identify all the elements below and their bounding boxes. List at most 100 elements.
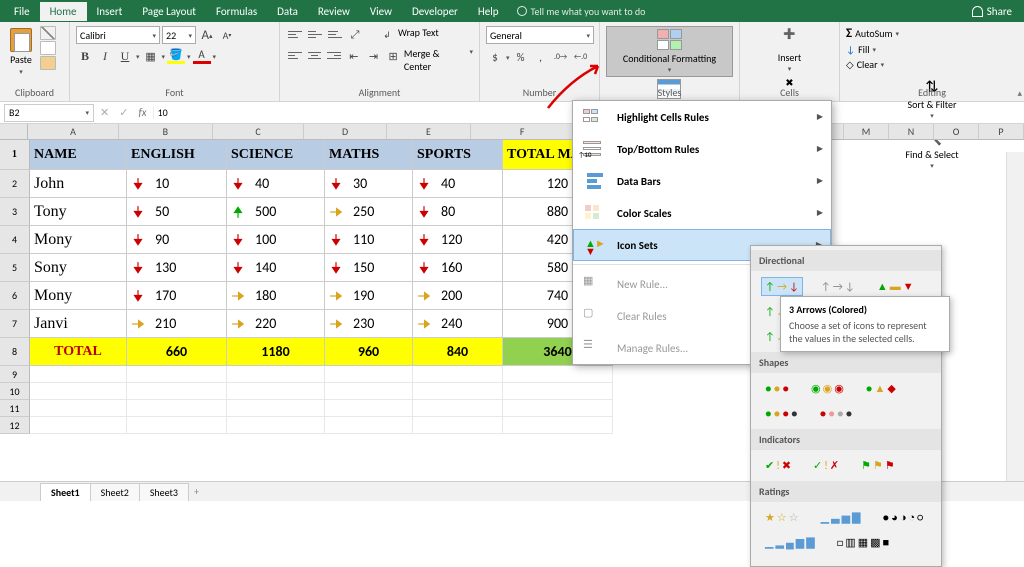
row-header[interactable]: 12 <box>0 417 30 434</box>
iconset-3-symbols-circled[interactable]: ✔!✖ <box>761 456 795 475</box>
tab-file[interactable]: File <box>4 2 40 21</box>
cut-icon[interactable] <box>40 26 56 40</box>
cell[interactable] <box>413 400 503 417</box>
share-button[interactable]: Share <box>964 5 1020 18</box>
cell[interactable]: 40 <box>227 170 325 198</box>
cell[interactable] <box>227 383 325 400</box>
cell[interactable]: 110 <box>325 226 413 254</box>
cell[interactable]: SPORTS <box>413 140 503 170</box>
fill-button[interactable]: ↓Fill▾ <box>846 43 1018 56</box>
cell[interactable]: 100 <box>227 226 325 254</box>
merge-icon[interactable]: ⊞ <box>384 47 402 65</box>
cell[interactable] <box>503 400 613 417</box>
new-sheet-button[interactable]: + <box>188 483 205 500</box>
align-middle-icon[interactable] <box>306 26 324 42</box>
cell[interactable] <box>30 400 127 417</box>
cell[interactable]: 10 <box>127 170 227 198</box>
cell[interactable]: 50 <box>127 198 227 226</box>
iconset-3-stars[interactable]: ★☆☆ <box>761 508 803 527</box>
wrap-text-icon[interactable]: ↲ <box>378 26 396 44</box>
cell[interactable] <box>503 366 613 383</box>
iconset-3-traffic-lights-unrimmed[interactable]: ●●● <box>761 379 793 398</box>
cell[interactable] <box>30 417 127 434</box>
tab-help[interactable]: Help <box>468 2 509 21</box>
cell[interactable] <box>127 417 227 434</box>
cell[interactable] <box>413 417 503 434</box>
align-right-icon[interactable] <box>325 47 343 63</box>
format-painter-icon[interactable] <box>40 56 56 70</box>
sheet-tab[interactable]: Sheet1 <box>40 483 91 501</box>
iconset-3-traffic-lights-rimmed[interactable]: ◉◉◉ <box>807 379 848 398</box>
tab-page-layout[interactable]: Page Layout <box>132 2 206 21</box>
cell[interactable] <box>413 366 503 383</box>
iconset-5-ratings[interactable]: ▁▂▄▆▇ <box>761 533 819 552</box>
align-top-icon[interactable] <box>286 26 304 42</box>
cell[interactable]: 200 <box>413 282 503 310</box>
tab-home[interactable]: Home <box>40 2 87 21</box>
cell[interactable]: 1180 <box>227 338 325 366</box>
decrease-font-icon[interactable]: A▾ <box>218 26 236 44</box>
cell[interactable] <box>227 400 325 417</box>
col-header-E[interactable]: E <box>387 124 471 139</box>
decrease-indent-icon[interactable]: ⇤ <box>345 47 363 65</box>
cell[interactable] <box>325 417 413 434</box>
accounting-format-icon[interactable]: $ <box>486 48 504 66</box>
row-header[interactable]: 2 <box>0 170 30 198</box>
cell[interactable] <box>127 400 227 417</box>
iconset-3-signs[interactable]: ●▲◆ <box>862 379 900 398</box>
cell[interactable] <box>503 417 613 434</box>
tab-review[interactable]: Review <box>308 2 360 21</box>
iconset-3-flags[interactable]: ⚑⚑⚑ <box>857 456 899 475</box>
cell[interactable] <box>127 383 227 400</box>
cell[interactable]: 210 <box>127 310 227 338</box>
cell[interactable]: 230 <box>325 310 413 338</box>
autosum-button[interactable]: ΣAutoSum▾ <box>846 26 1018 41</box>
col-header-F[interactable]: F <box>471 124 574 139</box>
cell[interactable]: 180 <box>227 282 325 310</box>
iconset-3-arrows-colored[interactable]: ↑→↓ <box>761 277 803 296</box>
cell[interactable]: MATHS <box>325 140 413 170</box>
iconset-3-triangles[interactable]: ▲▬▼ <box>873 277 918 296</box>
tell-me-search[interactable]: Tell me what you want to do <box>517 5 646 18</box>
cell[interactable] <box>413 383 503 400</box>
italic-button[interactable]: I <box>96 47 114 65</box>
cell[interactable] <box>227 417 325 434</box>
col-header-C[interactable]: C <box>213 124 305 139</box>
increase-indent-icon[interactable]: ⇥ <box>365 47 383 65</box>
fill-color-button[interactable]: 🪣 <box>167 49 185 64</box>
select-all-corner[interactable] <box>0 124 28 139</box>
collapse-ribbon-icon[interactable]: ▴ <box>1017 88 1022 99</box>
number-format-select[interactable]: General▾ <box>486 26 594 44</box>
cell[interactable]: 160 <box>413 254 503 282</box>
cell[interactable]: TOTAL <box>30 338 127 366</box>
row-header[interactable]: 10 <box>0 383 30 400</box>
cell[interactable] <box>325 366 413 383</box>
cell[interactable]: 220 <box>227 310 325 338</box>
insert-cells-button[interactable]: ➕Insert▾ <box>746 26 833 75</box>
cell[interactable]: 240 <box>413 310 503 338</box>
bold-button[interactable]: B <box>76 47 94 65</box>
conditional-formatting-button[interactable]: Conditional Formatting▾ <box>606 26 733 77</box>
increase-font-icon[interactable]: A▴ <box>198 26 216 44</box>
decrease-decimal-icon[interactable]: ←.0 <box>572 48 590 66</box>
row-header[interactable]: 3 <box>0 198 30 226</box>
cell[interactable]: 90 <box>127 226 227 254</box>
row-header[interactable]: 4 <box>0 226 30 254</box>
align-center-icon[interactable] <box>306 47 324 63</box>
vertical-scrollbar[interactable] <box>1006 152 1024 481</box>
cell[interactable]: 120 <box>413 226 503 254</box>
percent-format-icon[interactable]: % <box>512 48 530 66</box>
menu-highlight-cells-rules[interactable]: Highlight Cells Rules▶ <box>573 101 831 133</box>
col-header-M[interactable]: M <box>844 124 889 139</box>
cell[interactable]: 140 <box>227 254 325 282</box>
cell[interactable]: SCIENCE <box>227 140 325 170</box>
sheet-tab[interactable]: Sheet2 <box>90 483 140 501</box>
cell[interactable]: 190 <box>325 282 413 310</box>
cell[interactable] <box>325 400 413 417</box>
row-header[interactable]: 1 <box>0 140 30 170</box>
col-header-D[interactable]: D <box>304 124 386 139</box>
cell[interactable] <box>325 383 413 400</box>
col-header-A[interactable]: A <box>28 124 119 139</box>
row-header[interactable]: 6 <box>0 282 30 310</box>
cell[interactable] <box>30 366 127 383</box>
